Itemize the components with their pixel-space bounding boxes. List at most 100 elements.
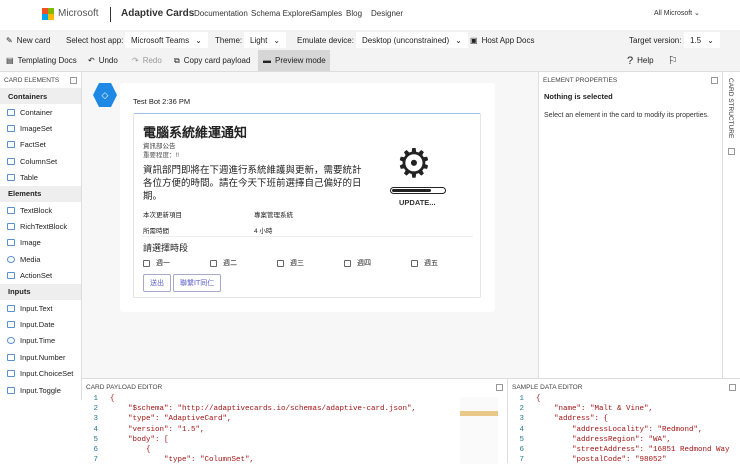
- textblock-icon: [7, 206, 15, 214]
- divider: [110, 7, 111, 22]
- contact-it-button[interactable]: 聯繫IT同仁: [173, 274, 222, 292]
- element-input-number[interactable]: Input.Number: [0, 349, 81, 365]
- device-select[interactable]: Desktop (unconstrained) ⌄: [356, 32, 468, 48]
- group-inputs: Inputs: [0, 283, 81, 300]
- code-line: 2 "$schema": "http://adaptivecards.io/sc…: [82, 405, 507, 415]
- code-area[interactable]: 1{2 "name": "Malt & Vine", 3 "address": {…: [508, 395, 740, 466]
- host-docs-label: Host App Docs: [481, 35, 535, 45]
- templating-docs-label: Templating Docs: [17, 56, 77, 65]
- card-payload-editor[interactable]: CARD PAYLOAD EDITOR 1{2 "$schema": "http…: [82, 378, 508, 466]
- line-text: "type": "AdaptiveCard",: [110, 415, 232, 424]
- element-input-choiceset[interactable]: Input.ChoiceSet: [0, 365, 81, 381]
- element-properties-panel: ELEMENT PROPERTIES Nothing is selected S…: [538, 72, 722, 378]
- label: Input.Toggle: [20, 385, 61, 395]
- nav-documentation[interactable]: Documentation: [194, 9, 248, 18]
- card-structure-tab[interactable]: CARD STRUCTURE: [722, 72, 740, 378]
- code-area[interactable]: 1 {2 "$schema": "http://adaptivecards.io/…: [82, 395, 507, 466]
- feedback-icon[interactable]: ⚐: [668, 50, 678, 71]
- minimap[interactable]: [460, 397, 498, 464]
- submit-button[interactable]: 送出: [143, 274, 171, 292]
- undo-button[interactable]: ↶ Undo: [88, 50, 118, 71]
- checkbox-fri[interactable]: 週五: [411, 258, 438, 268]
- nav-designer[interactable]: Designer: [371, 9, 403, 18]
- checkbox-mon[interactable]: 週一: [143, 258, 170, 268]
- host-app-docs-button[interactable]: ▣ Host App Docs: [470, 30, 534, 50]
- collapse-icon[interactable]: [711, 76, 718, 84]
- sender-line: Test Bot 2:36 PM: [133, 97, 191, 106]
- toolbar-row-2: ▤ Templating Docs ↶ Undo ↷ Redo ⧉ Copy card …: [0, 50, 740, 72]
- target-version-select[interactable]: 1.5 ⌄: [684, 32, 720, 48]
- product-title[interactable]: Adaptive Cards: [121, 8, 194, 19]
- gear-update-icon: ⚙: [396, 142, 432, 186]
- line-number: 2: [93, 405, 98, 414]
- expand-icon[interactable]: [728, 148, 735, 155]
- checkbox-tue[interactable]: 週二: [210, 258, 237, 268]
- nav-schema-explorer[interactable]: Schema Explorer: [251, 9, 312, 18]
- checkbox-thu[interactable]: 週四: [344, 258, 371, 268]
- element-richtextblock[interactable]: RichTextBlock: [0, 218, 81, 234]
- label: Input.Number: [20, 352, 66, 362]
- input-number-icon: [7, 353, 15, 361]
- line-text: "addressLocality": "Redmond",: [536, 425, 703, 434]
- input-time-icon: [7, 337, 15, 345]
- element-factset[interactable]: FactSet: [0, 137, 81, 153]
- adaptive-card: 電腦系統維運通知 資訊部公告 重要程度：!! 資訊部門即將在下週進行系統維護與更…: [133, 113, 481, 298]
- input-text-icon: [7, 304, 15, 312]
- collapse-icon[interactable]: [729, 383, 736, 391]
- element-input-text[interactable]: Input.Text: [0, 300, 81, 316]
- new-card-button[interactable]: ✎ New card: [6, 30, 51, 50]
- theme-select[interactable]: Light ⌄: [244, 32, 287, 48]
- element-input-toggle[interactable]: Input.Toggle: [0, 382, 81, 398]
- element-image[interactable]: Image: [0, 235, 81, 251]
- templating-icon: ▤: [6, 56, 14, 65]
- templating-docs-button[interactable]: ▤ Templating Docs: [6, 50, 77, 71]
- preview-mode-button[interactable]: ▬ Preview mode: [258, 50, 330, 71]
- element-imageset[interactable]: ImageSet: [0, 120, 81, 136]
- element-input-time[interactable]: Input.Time: [0, 333, 81, 349]
- copy-payload-button[interactable]: ⧉ Copy card payload: [174, 50, 250, 71]
- element-actionset[interactable]: ActionSet: [0, 268, 81, 284]
- element-table[interactable]: Table: [0, 170, 81, 186]
- help-label: Help: [637, 56, 654, 65]
- richtextblock-icon: [7, 223, 15, 231]
- redo-icon: ↷: [132, 56, 139, 65]
- chevron-down-icon: ⌄: [195, 35, 202, 45]
- fact-key: 本次更新項目: [143, 212, 182, 219]
- separator: [143, 236, 473, 237]
- element-media[interactable]: Media: [0, 251, 81, 267]
- element-columnset[interactable]: ColumnSet: [0, 153, 81, 169]
- line-number: 7: [93, 456, 98, 465]
- line-number: 5: [93, 435, 98, 444]
- element-container[interactable]: Container: [0, 104, 81, 120]
- actionset-icon: [7, 272, 15, 280]
- code-line: 3 "type": "AdaptiveCard",: [82, 415, 507, 425]
- all-microsoft-menu[interactable]: All Microsoft ⌄: [654, 9, 700, 17]
- help-button[interactable]: ? Help: [627, 50, 654, 71]
- label: ActionSet: [20, 271, 53, 281]
- fact-value: 專案管理系統: [254, 212, 293, 219]
- redo-button[interactable]: ↷ Redo: [132, 50, 162, 71]
- sample-data-editor[interactable]: SAMPLE DATA EDITOR 1{2 "name": "Malt & V…: [508, 378, 740, 466]
- line-text: {: [110, 395, 115, 403]
- line-text: "addressRegion": "WA",: [536, 435, 672, 444]
- host-app-select[interactable]: Microsoft Teams ⌄: [125, 32, 208, 48]
- label: Input.Date: [20, 319, 55, 329]
- collapse-icon[interactable]: [496, 383, 503, 391]
- line-text: "$schema": "http://adaptivecards.io/sche…: [110, 405, 417, 414]
- line-number: 1: [93, 395, 98, 403]
- new-card-icon: ✎: [6, 35, 13, 45]
- line-number: 5: [519, 435, 524, 444]
- checkbox-wed[interactable]: 週三: [277, 258, 304, 268]
- line-number: 6: [519, 445, 524, 454]
- label: 週一: [156, 260, 170, 267]
- label: Table: [20, 173, 38, 183]
- code-line: 4 "addressLocality": "Redmond",: [508, 426, 740, 436]
- copy-icon: ⧉: [174, 55, 180, 65]
- label: Input.Time: [20, 336, 56, 346]
- nav-samples[interactable]: Samples: [311, 9, 342, 18]
- microsoft-brand[interactable]: Microsoft: [58, 8, 99, 19]
- element-input-date[interactable]: Input.Date: [0, 316, 81, 332]
- nav-blog[interactable]: Blog: [346, 9, 362, 18]
- collapse-icon[interactable]: [70, 76, 77, 84]
- element-textblock[interactable]: TextBlock: [0, 202, 81, 218]
